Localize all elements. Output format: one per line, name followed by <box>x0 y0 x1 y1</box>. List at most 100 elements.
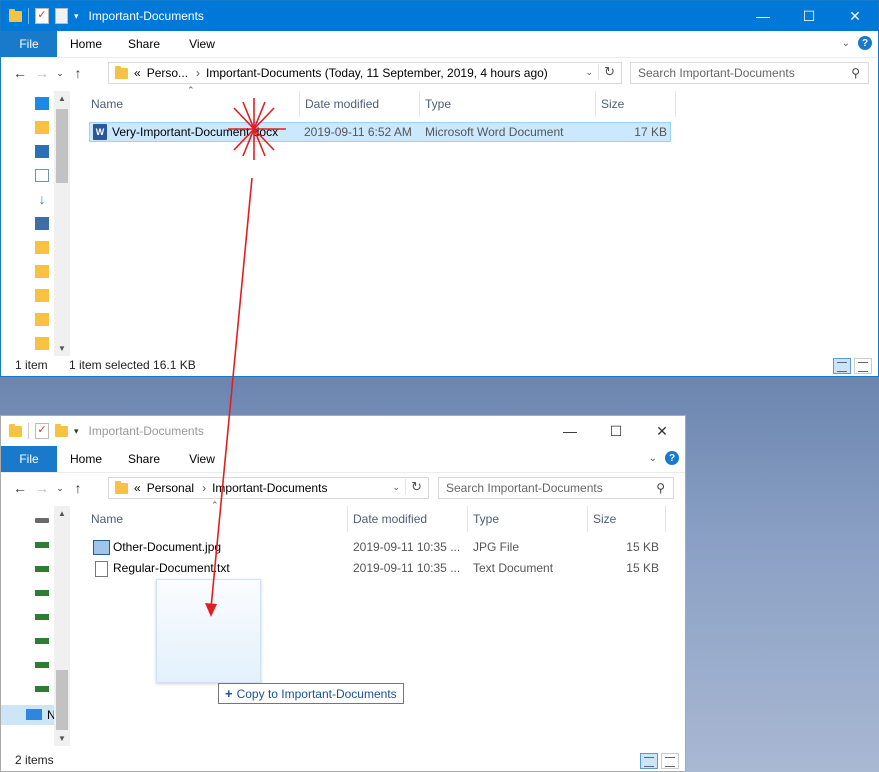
column-divider[interactable] <box>419 91 420 117</box>
address-dropdown-icon[interactable]: ⌄ <box>585 67 593 78</box>
back-arrow-icon[interactable]: ← <box>9 65 31 81</box>
breadcrumb-overflow[interactable]: « <box>134 66 141 80</box>
large-icons-view-button[interactable] <box>854 358 872 374</box>
documents-icon[interactable] <box>35 169 49 182</box>
refresh-icon[interactable]: ↻ <box>598 64 615 80</box>
column-size[interactable]: Size <box>593 512 616 526</box>
breadcrumb-parent[interactable]: Perso... <box>147 66 188 80</box>
pictures-folder-icon[interactable] <box>35 145 49 158</box>
scroll-down-icon[interactable]: ▼ <box>54 344 70 353</box>
column-type[interactable]: Type <box>425 97 451 111</box>
column-divider[interactable] <box>595 91 596 117</box>
folder-icon[interactable] <box>35 337 49 350</box>
file-row[interactable]: Regular-Document.txt 2019-09-11 10:35 ..… <box>91 558 669 578</box>
file-name[interactable]: Other-Document.jpg <box>113 540 221 554</box>
file-row[interactable]: Other-Document.jpg 2019-09-11 10:35 ... … <box>91 537 669 557</box>
tab-home[interactable]: Home <box>57 452 115 466</box>
up-arrow-icon[interactable]: ↑ <box>67 65 89 81</box>
properties-icon[interactable]: ✓ <box>35 423 49 439</box>
recent-locations-icon[interactable]: ⌄ <box>53 483 67 494</box>
column-divider[interactable] <box>665 506 666 532</box>
search-input[interactable]: Search Important-Documents ⚲ <box>438 477 674 499</box>
network-drive-icon[interactable] <box>35 542 49 548</box>
address-bar[interactable]: « Perso... › Important-Documents (Today,… <box>108 62 622 84</box>
breadcrumb-current[interactable]: Important-Documents (Today, 11 September… <box>206 66 548 80</box>
help-icon[interactable]: ? <box>665 451 679 465</box>
large-icons-view-button[interactable] <box>661 753 679 769</box>
forward-arrow-icon[interactable]: → <box>31 65 53 81</box>
title-bar[interactable]: ✓ ▾ Important-Documents — ☐ ✕ <box>1 416 685 446</box>
maximize-button[interactable]: ☐ <box>786 1 832 31</box>
column-name[interactable]: Name <box>91 97 123 111</box>
network-drive-icon[interactable] <box>35 590 49 596</box>
forward-arrow-icon[interactable]: → <box>31 480 53 496</box>
tab-file[interactable]: File <box>1 446 57 472</box>
nav-scrollbar[interactable]: ▲ ▼ <box>54 506 70 746</box>
column-divider[interactable] <box>467 506 468 532</box>
breadcrumb-overflow[interactable]: « <box>134 481 141 495</box>
column-date-modified[interactable]: Date modified <box>353 512 427 526</box>
pictures-icon[interactable] <box>35 217 49 230</box>
column-date-modified[interactable]: Date modified <box>305 97 379 111</box>
column-divider[interactable] <box>299 91 300 117</box>
breadcrumb-separator-icon[interactable]: › <box>196 66 200 80</box>
scrollbar-thumb[interactable] <box>56 109 68 183</box>
new-folder-icon[interactable] <box>55 423 68 437</box>
drive-icon[interactable] <box>35 518 49 523</box>
nav-item-network[interactable]: N <box>1 705 56 725</box>
tab-view[interactable]: View <box>173 37 231 51</box>
tab-home[interactable]: Home <box>57 37 115 51</box>
network-drive-icon[interactable] <box>35 686 49 692</box>
scroll-up-icon[interactable]: ▲ <box>54 94 70 103</box>
search-icon[interactable]: ⚲ <box>851 66 860 80</box>
file-row-selected[interactable]: W Very-Important-Document.docx 2019-09-1… <box>89 122 671 142</box>
tab-view[interactable]: View <box>173 452 231 466</box>
column-divider[interactable] <box>675 91 676 117</box>
expand-ribbon-icon[interactable]: ⌄ <box>842 38 850 49</box>
column-type[interactable]: Type <box>473 512 499 526</box>
tab-share[interactable]: Share <box>115 452 173 466</box>
breadcrumb-current[interactable]: Important-Documents <box>212 481 327 495</box>
maximize-button[interactable]: ☐ <box>593 416 639 446</box>
scrollbar-thumb[interactable] <box>56 670 68 730</box>
navigation-pane[interactable]: ↓ ▲ ▼ <box>1 91 71 356</box>
folder-icon[interactable] <box>35 313 49 326</box>
details-view-button[interactable] <box>640 753 658 769</box>
tab-share[interactable]: Share <box>115 37 173 51</box>
refresh-icon[interactable]: ↻ <box>405 479 422 495</box>
address-dropdown-icon[interactable]: ⌄ <box>392 482 400 493</box>
breadcrumb-separator-icon[interactable]: › <box>202 481 206 495</box>
column-divider[interactable] <box>347 506 348 532</box>
title-bar[interactable]: ✓ ▾ Important-Documents — ☐ ✕ <box>1 1 878 31</box>
search-input[interactable]: Search Important-Documents ⚲ <box>630 62 869 84</box>
close-button[interactable]: ✕ <box>832 1 878 31</box>
breadcrumb-parent[interactable]: Personal <box>147 481 194 495</box>
minimize-button[interactable]: — <box>740 1 786 31</box>
scroll-down-icon[interactable]: ▼ <box>54 734 70 743</box>
file-name[interactable]: Very-Important-Document.docx <box>112 125 278 139</box>
help-icon[interactable]: ? <box>858 36 872 50</box>
customize-toolbar-icon[interactable]: ▾ <box>74 426 79 437</box>
minimize-button[interactable]: — <box>547 416 593 446</box>
folder-icon[interactable] <box>35 265 49 278</box>
network-drive-icon[interactable] <box>35 566 49 572</box>
folder-icon[interactable] <box>35 241 49 254</box>
search-icon[interactable]: ⚲ <box>656 481 665 495</box>
scroll-up-icon[interactable]: ▲ <box>54 509 70 518</box>
up-arrow-icon[interactable]: ↑ <box>67 480 89 496</box>
expand-ribbon-icon[interactable]: ⌄ <box>649 453 657 464</box>
details-view-button[interactable] <box>833 358 851 374</box>
folder-icon[interactable] <box>35 121 49 134</box>
tab-file[interactable]: File <box>1 31 57 57</box>
nav-scrollbar[interactable]: ▲ ▼ <box>54 91 70 356</box>
folder-icon[interactable] <box>35 289 49 302</box>
network-drive-icon[interactable] <box>35 662 49 668</box>
file-name[interactable]: Regular-Document.txt <box>113 561 230 575</box>
network-drive-icon[interactable] <box>35 638 49 644</box>
address-bar[interactable]: « Personal › Important-Documents ⌄ ↻ <box>108 477 429 499</box>
new-folder-icon[interactable] <box>55 8 68 24</box>
downloads-icon[interactable]: ↓ <box>35 192 49 206</box>
desktop-icon[interactable] <box>35 97 49 110</box>
navigation-pane[interactable]: N ▲ ▼ <box>1 506 71 746</box>
recent-locations-icon[interactable]: ⌄ <box>53 68 67 79</box>
